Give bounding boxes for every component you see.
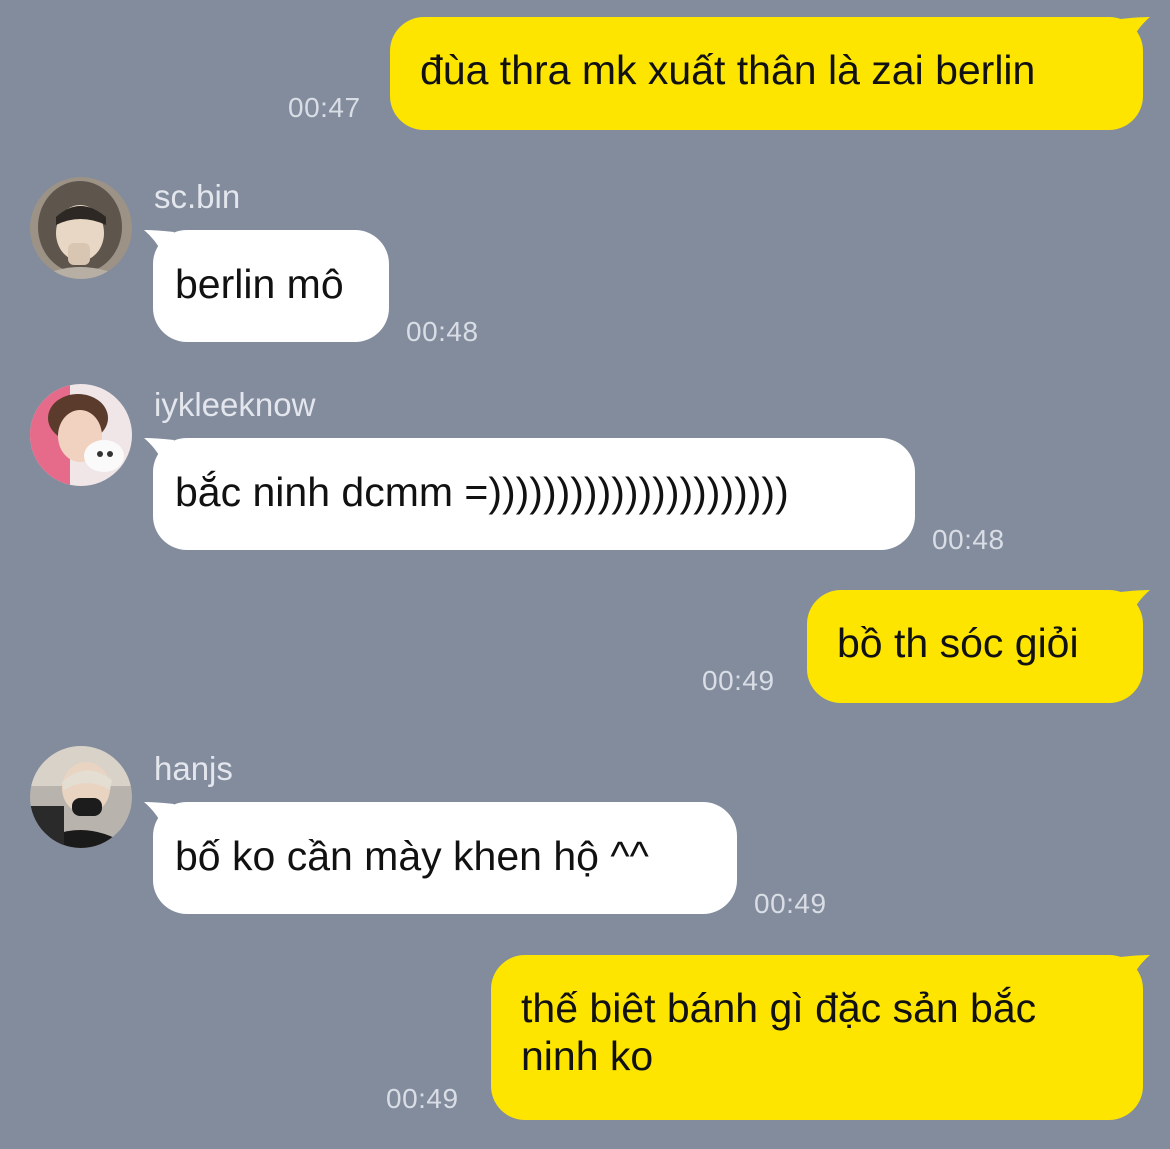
- message-text: bố ko cần mày khen hộ ^^: [175, 833, 649, 879]
- message-text: berlin mô: [175, 261, 344, 307]
- sender-name: hanjs: [154, 750, 233, 787]
- user-photo-icon: [30, 384, 132, 486]
- message-bubble[interactable]: bố ko cần mày khen hộ ^^: [153, 802, 737, 914]
- message-text-line: thế biêt bánh gì đặc sản bắc: [521, 985, 1037, 1031]
- message-text: bắc ninh dcmm =)))))))))))))))))))))): [175, 469, 789, 515]
- message-timestamp: 00:49: [702, 665, 775, 696]
- message-text-line: ninh ko: [521, 1033, 654, 1079]
- avatar[interactable]: [30, 746, 132, 848]
- message-timestamp: 00:49: [754, 888, 827, 919]
- message-bubble[interactable]: berlin mô: [153, 230, 389, 342]
- message-bubble[interactable]: thế biêt bánh gì đặc sản bắc ninh ko: [491, 955, 1143, 1120]
- user-photo-icon: [30, 177, 132, 279]
- avatar[interactable]: [30, 177, 132, 279]
- message-timestamp: 00:48: [406, 316, 479, 347]
- avatar[interactable]: [30, 384, 132, 486]
- message-bubble[interactable]: bắc ninh dcmm =)))))))))))))))))))))): [153, 438, 915, 550]
- message-bubble[interactable]: bồ th sóc giỏi: [807, 590, 1143, 703]
- user-photo-icon: [30, 746, 132, 848]
- sender-name: sc.bin: [154, 178, 241, 215]
- message-bubble[interactable]: đùa thra mk xuất thân là zai berlin: [390, 17, 1143, 130]
- message-timestamp: 00:48: [932, 524, 1005, 555]
- message-timestamp: 00:47: [288, 92, 361, 123]
- message-text: bồ th sóc giỏi: [837, 620, 1079, 666]
- message-timestamp: 00:49: [386, 1083, 459, 1114]
- message-text: đùa thra mk xuất thân là zai berlin: [420, 47, 1036, 93]
- sender-name: iykleeknow: [154, 386, 316, 423]
